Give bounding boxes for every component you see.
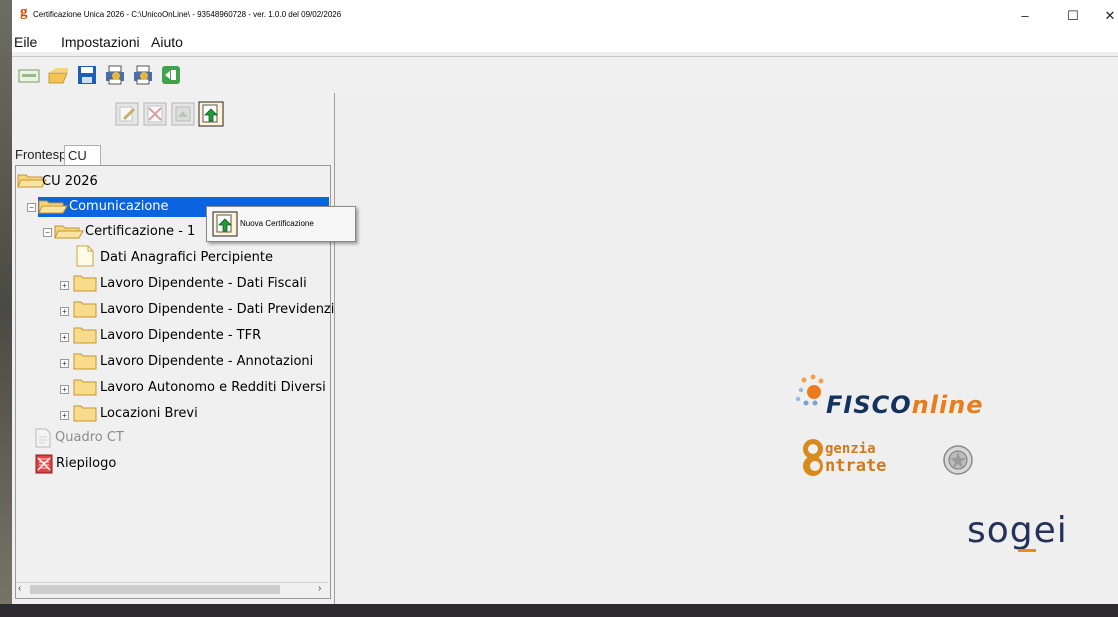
expand-toggle[interactable]: + bbox=[60, 307, 69, 316]
app-icon: g bbox=[20, 4, 28, 20]
folder-icon bbox=[73, 353, 97, 370]
window-title: Certificazione Unica 2026 - C:\UnicoOnLi… bbox=[33, 10, 342, 19]
open-folder-icon bbox=[54, 225, 84, 239]
desktop-background-strip bbox=[0, 0, 12, 617]
tree-label-tfr: Lavoro Dipendente - TFR bbox=[100, 328, 262, 343]
collapse-toggle[interactable]: − bbox=[43, 228, 52, 237]
app-window: g Certificazione Unica 2026 - C:\UnicoOn… bbox=[12, 0, 1118, 604]
tree-label-lavoro-autonomo: Lavoro Autonomo e Redditi Diversi bbox=[100, 380, 326, 395]
expand-toggle[interactable]: + bbox=[60, 333, 69, 342]
document-disabled-icon bbox=[35, 428, 51, 448]
edit-icon[interactable] bbox=[114, 101, 140, 127]
tree-label-comunicazione: Comunicazione bbox=[69, 199, 169, 214]
scrollbar-thumb[interactable] bbox=[30, 585, 280, 594]
horizontal-scrollbar[interactable]: ‹ › bbox=[16, 582, 328, 597]
sogei-logo: sogei bbox=[967, 510, 1068, 552]
tree-label-locazioni-brevi: Locazioni Brevi bbox=[100, 406, 198, 421]
context-menu-label: Nuova Certificazione bbox=[240, 219, 314, 228]
agenzia-text: genzia bbox=[825, 441, 876, 457]
expand-toggle[interactable]: + bbox=[60, 385, 69, 394]
folder-icon bbox=[73, 275, 97, 292]
tree-label-riepilogo: Riepilogo bbox=[56, 456, 117, 471]
tree-node-locazioni-brevi[interactable]: Locazioni Brevi bbox=[73, 404, 273, 424]
folder-icon bbox=[73, 379, 97, 396]
expand-toggle[interactable]: + bbox=[60, 281, 69, 290]
exit-icon[interactable] bbox=[160, 64, 182, 86]
tree-node-dati-fiscali[interactable]: Lavoro Dipendente - Dati Fiscali bbox=[73, 274, 333, 294]
print-p-icon[interactable] bbox=[132, 64, 154, 86]
collapse-toggle[interactable]: − bbox=[27, 203, 36, 212]
left-pane: Frontespizio CU 2026 CU 2026 − Comunica bbox=[12, 93, 350, 604]
document-icon bbox=[76, 245, 94, 267]
open-icon[interactable] bbox=[48, 64, 70, 86]
menu-impostazioni[interactable]: Impostazioni bbox=[61, 34, 140, 50]
minimize-button[interactable]: – bbox=[1010, 6, 1040, 26]
folder-icon bbox=[73, 327, 97, 344]
main-toolbar bbox=[12, 56, 1118, 94]
new-icon[interactable] bbox=[18, 64, 40, 86]
context-menu: Nuova Certificazione bbox=[206, 206, 356, 242]
open-folder-icon bbox=[38, 200, 68, 214]
tree-label-dati-anagrafici: Dati Anagrafici Percipiente bbox=[100, 250, 273, 265]
disabled-icon[interactable] bbox=[170, 101, 196, 127]
title-bar: g Certificazione Unica 2026 - C:\UnicoOn… bbox=[12, 0, 1118, 30]
save-icon[interactable] bbox=[76, 64, 98, 86]
entrate-text: ntrate bbox=[825, 456, 887, 476]
tree-node-dati-previdenziali[interactable]: Lavoro Dipendente - Dati Previdenziali bbox=[73, 300, 350, 320]
context-menu-item-nuova-certificazione[interactable]: Nuova Certificazione bbox=[207, 207, 355, 241]
expand-toggle[interactable]: + bbox=[60, 359, 69, 368]
maximize-button[interactable]: ☐ bbox=[1058, 6, 1088, 26]
menu-aiuto[interactable]: Aiuto bbox=[151, 34, 183, 50]
tree-node-tfr[interactable]: Lavoro Dipendente - TFR bbox=[73, 326, 333, 346]
tree-node-dati-anagrafici[interactable]: Dati Anagrafici Percipiente bbox=[75, 245, 315, 268]
scroll-right-icon[interactable]: › bbox=[318, 583, 321, 594]
tree-label-certificazione: Certificazione - 1 bbox=[85, 224, 196, 239]
folder-icon bbox=[73, 301, 97, 318]
riepilogo-error-icon bbox=[35, 454, 53, 474]
tree-node-root[interactable]: CU 2026 bbox=[17, 172, 317, 192]
taskbar bbox=[0, 604, 1118, 617]
tree-label-dati-previdenziali: Lavoro Dipendente - Dati Previdenziali bbox=[100, 302, 350, 317]
scroll-left-icon[interactable]: ‹ bbox=[18, 583, 21, 594]
tab-cu-2026[interactable]: CU 2026 bbox=[64, 145, 101, 183]
menu-file[interactable]: Eile bbox=[14, 34, 37, 50]
tree-label-quadro-ct: Quadro CT bbox=[55, 430, 124, 445]
new-certification-icon[interactable] bbox=[198, 101, 224, 127]
tree-node-quadro-ct[interactable]: Quadro CT bbox=[34, 428, 234, 448]
print-s-icon[interactable] bbox=[104, 64, 126, 86]
new-certification-icon bbox=[212, 211, 238, 237]
tree-node-annotazioni[interactable]: Lavoro Dipendente - Annotazioni bbox=[73, 352, 333, 372]
tree-node-lavoro-autonomo[interactable]: Lavoro Autonomo e Redditi Diversi bbox=[73, 378, 333, 398]
tree-label-annotazioni: Lavoro Dipendente - Annotazioni bbox=[100, 354, 314, 369]
tree-node-riepilogo[interactable]: Riepilogo bbox=[35, 454, 235, 474]
online-text: nline bbox=[911, 391, 984, 419]
agenzia-a-e-monogram-icon bbox=[803, 439, 823, 476]
close-button[interactable]: ✕ bbox=[1100, 6, 1118, 26]
fiscoonline-wordmark: FISCOnline bbox=[826, 391, 984, 419]
tree-label-dati-fiscali: Lavoro Dipendente - Dati Fiscali bbox=[100, 276, 307, 291]
tree-label-root: CU 2026 bbox=[42, 174, 98, 189]
fisco-text: FISCO bbox=[826, 391, 912, 419]
expand-toggle[interactable]: + bbox=[60, 411, 69, 420]
delete-icon[interactable] bbox=[142, 101, 168, 127]
sogei-wordmark: sogei bbox=[967, 510, 1068, 551]
folder-icon bbox=[73, 405, 97, 422]
emblem-icon bbox=[943, 445, 973, 475]
